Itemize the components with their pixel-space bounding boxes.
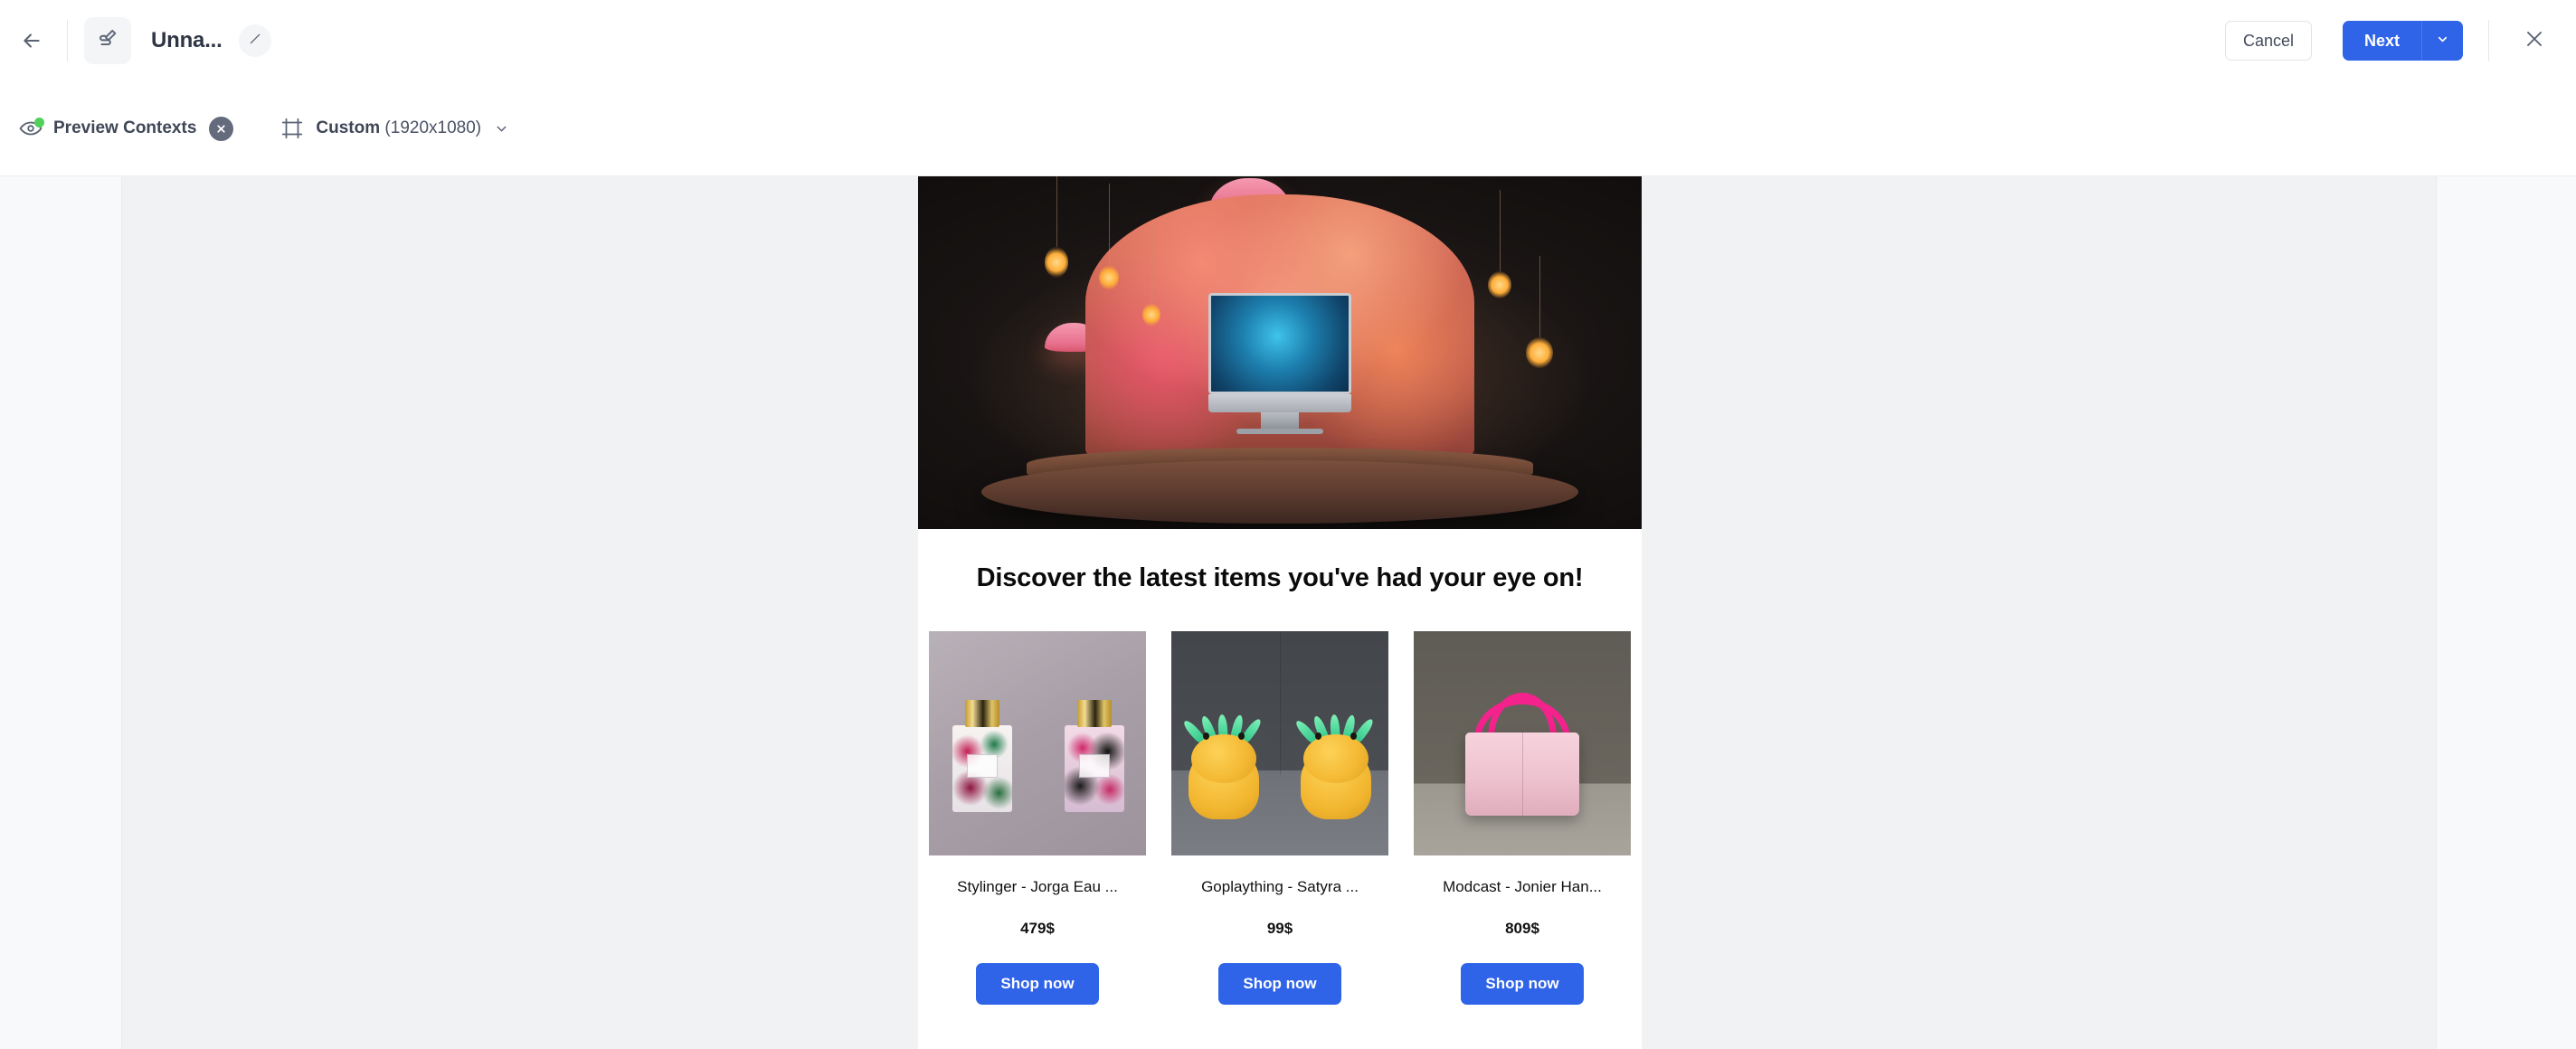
hero-bulb bbox=[1526, 256, 1553, 368]
product-image-handbag bbox=[1414, 631, 1631, 855]
shop-now-button[interactable]: Shop now bbox=[976, 963, 1099, 1005]
pencil-icon bbox=[248, 32, 262, 51]
product-name: Goplaything - Satyra ... bbox=[1201, 878, 1359, 895]
email-preview-frame[interactable]: Discover the latest items you've had you… bbox=[918, 176, 1642, 1049]
chevron-down-icon bbox=[494, 121, 509, 137]
journey-icon-button[interactable] bbox=[84, 17, 131, 64]
bag-body bbox=[1465, 732, 1579, 816]
product-card[interactable]: Goplaything - Satyra ... 99$ Shop now bbox=[1171, 631, 1388, 1005]
canvas-size-name: Custom bbox=[316, 118, 381, 137]
email-headline: Discover the latest items you've had you… bbox=[976, 563, 1584, 592]
preview-stage: Discover the latest items you've had you… bbox=[0, 176, 2576, 1049]
preview-contexts-label: Preview Contexts bbox=[53, 118, 197, 137]
edit-title-button[interactable] bbox=[238, 24, 271, 57]
product-image-plush bbox=[1171, 631, 1388, 855]
eye-icon bbox=[16, 117, 45, 140]
hero-bulb bbox=[1142, 222, 1160, 326]
clear-preview-contexts-button[interactable] bbox=[209, 116, 234, 141]
artboard-icon bbox=[280, 117, 304, 140]
product-image-perfume bbox=[929, 631, 1146, 855]
close-icon bbox=[217, 124, 226, 133]
hero-image bbox=[918, 176, 1642, 529]
stage-left-pane bbox=[0, 176, 121, 1049]
cancel-button[interactable]: Cancel bbox=[2224, 21, 2312, 61]
canvas-size-label: Custom (1920x1080) bbox=[316, 118, 481, 138]
back-button[interactable] bbox=[2, 11, 62, 71]
journey-edit-icon bbox=[95, 26, 120, 56]
next-button[interactable]: Next bbox=[2342, 21, 2421, 61]
stage-right-pane bbox=[2455, 176, 2576, 1049]
hero-bulb bbox=[1488, 190, 1511, 298]
product-name: Modcast - Jonier Han... bbox=[1443, 878, 1602, 895]
preview-contexts-control[interactable]: Preview Contexts bbox=[16, 116, 234, 141]
next-button-group: Next bbox=[2342, 21, 2463, 61]
product-price: 479$ bbox=[1020, 920, 1055, 937]
hero-bulb bbox=[1045, 176, 1068, 278]
preview-active-badge bbox=[34, 118, 44, 128]
product-price: 809$ bbox=[1505, 920, 1539, 937]
canvas-size-selector[interactable]: Custom (1920x1080) bbox=[280, 117, 509, 140]
arrow-left-icon bbox=[20, 29, 43, 52]
next-dropdown-button[interactable] bbox=[2421, 21, 2463, 61]
header-left-group: Unna... bbox=[0, 0, 271, 81]
product-price: 99$ bbox=[1266, 920, 1293, 937]
plush-toy bbox=[1293, 711, 1376, 819]
canvas-area[interactable]: Discover the latest items you've had you… bbox=[121, 176, 2437, 1049]
chevron-down-icon bbox=[2436, 33, 2449, 49]
canvas-size-dimensions: (1920x1080) bbox=[384, 118, 482, 137]
product-grid: Stylinger - Jorga Eau ... 479$ Shop now bbox=[918, 593, 1642, 1005]
hero-imac bbox=[1208, 293, 1351, 434]
hero-bulb bbox=[1099, 184, 1119, 290]
hero-base-platform bbox=[981, 460, 1578, 524]
shop-now-button[interactable]: Shop now bbox=[1461, 963, 1584, 1005]
product-name: Stylinger - Jorga Eau ... bbox=[957, 878, 1118, 895]
preview-toolbar: Preview Contexts Custom (1920x1080) bbox=[0, 81, 2576, 176]
close-button[interactable] bbox=[2516, 23, 2552, 59]
close-icon bbox=[2524, 28, 2545, 54]
shop-now-button[interactable]: Shop now bbox=[1218, 963, 1341, 1005]
header-right-group: Cancel Next bbox=[2224, 20, 2552, 61]
plush-toy bbox=[1181, 711, 1264, 819]
header-divider bbox=[67, 20, 68, 61]
header-divider-right bbox=[2488, 20, 2489, 61]
product-card[interactable]: Stylinger - Jorga Eau ... 479$ Shop now bbox=[929, 631, 1146, 1005]
product-card[interactable]: Modcast - Jonier Han... 809$ Shop now bbox=[1414, 631, 1631, 1005]
app-header: Unna... Cancel Next bbox=[0, 0, 2576, 81]
journey-title: Unna... bbox=[151, 28, 223, 52]
